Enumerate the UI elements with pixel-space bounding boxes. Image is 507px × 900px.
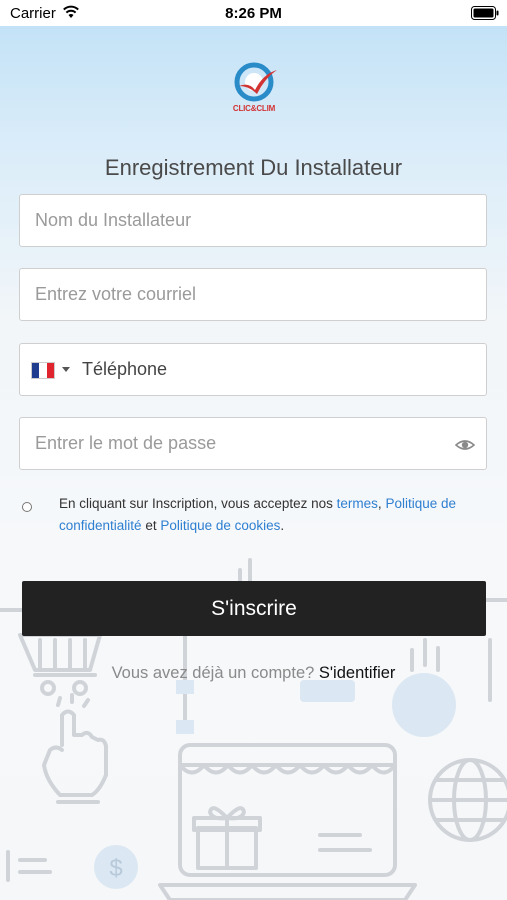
password-input[interactable] [20,418,486,469]
consent-prefix: En cliquant sur Inscription, vous accept… [59,496,337,511]
phone-field[interactable] [19,343,487,396]
app-logo: CLIC&CLIM [227,60,281,118]
login-link[interactable]: S'identifier [319,664,396,682]
terms-link[interactable]: termes [337,496,378,511]
installer-name-input[interactable] [20,195,486,246]
signup-button[interactable]: S'inscrire [22,581,486,636]
login-row: Vous avez déjà un compte? S'identifier [0,664,507,683]
logo-mark-icon [234,62,277,102]
logo-text: CLIC&CLIM [232,104,276,113]
email-field[interactable] [19,268,487,321]
password-field[interactable] [19,417,487,470]
clock: 8:26 PM [225,5,282,22]
battery-icon [471,6,499,20]
consent-radio[interactable] [22,502,32,512]
phone-input[interactable] [20,344,486,395]
consent-text: En cliquant sur Inscription, vous accept… [59,493,489,537]
email-input[interactable] [20,269,486,320]
consent-and: et [141,518,161,533]
eye-icon[interactable] [455,435,475,455]
svg-text:$: $ [109,855,122,882]
status-bar: Carrier 8:26 PM [0,0,507,26]
consent-suffix: . [280,518,285,533]
page-title: Enregistrement Du Installateur [104,155,403,180]
login-question: Vous avez déjà un compte? [111,664,319,682]
cookies-policy-link[interactable]: Politique de cookies [160,518,280,533]
installer-name-field[interactable] [19,194,487,247]
